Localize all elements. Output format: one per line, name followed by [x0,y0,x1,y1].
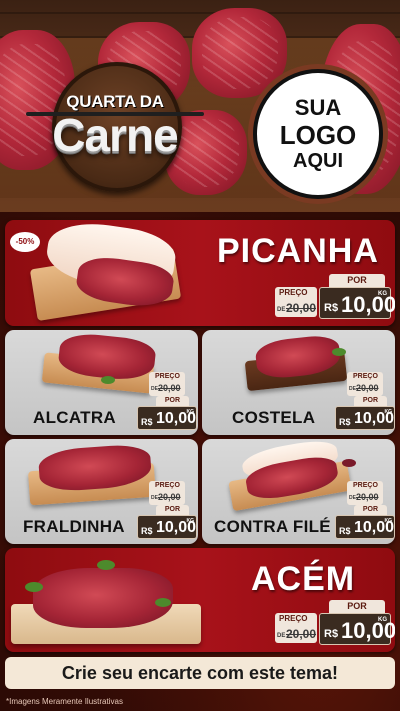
badge-title: Carne [52,109,178,161]
herb-garnish [155,598,171,607]
old-price-box: PREÇO DE 20,00 [275,287,317,317]
price-por-label: POR [353,396,387,406]
kg-label: KG [384,518,393,524]
new-price-box: R$ 10,00 KG [319,287,395,319]
price-tag: PREÇO DE 20,00 POR R$ 10,00 KG [335,481,395,539]
de-label: DE [277,307,286,313]
currency-symbol: R$ [339,417,351,427]
price-tag: POR PREÇO DE 20,00 R$ 10,00 KG [275,274,395,320]
new-price-box: R$ 10,00 KG [319,613,395,645]
product-name: CONTRA FILÉ [214,517,331,536]
kg-label: KG [384,409,393,415]
currency-symbol: R$ [324,302,339,314]
old-price-box: PREÇO DE 20,00 [149,372,185,396]
currency-symbol: R$ [141,526,153,536]
kg-label: KG [186,518,195,524]
price-label: PREÇO [353,373,378,380]
price-por-label: POR [329,600,385,613]
de-label: DE [349,495,356,501]
price-por-label: POR [155,396,189,406]
kg-label: KG [378,291,387,297]
new-price-box: R$ 10,00 KG [335,406,395,430]
kg-label: KG [378,617,387,623]
product-card-alcatra[interactable]: ALCATRA PREÇO DE 20,00 POR R$ 10,00 KG [5,330,198,435]
old-price-box: PREÇO DE 20,00 [149,481,185,505]
price-label: PREÇO [155,373,180,380]
old-price-box: PREÇO DE 20,00 [275,613,317,643]
price-label: PREÇO [279,288,308,297]
acem-meat [33,568,173,628]
price-tag: POR PREÇO DE 20,00 R$ 10,00 KG [275,600,395,646]
product-card-fraldinha[interactable]: FRALDINHA PREÇO DE 20,00 POR R$ 10,00 KG [5,439,198,544]
price-tag: PREÇO DE 20,00 POR R$ 10,00 KG [137,372,197,430]
kg-label: KG [186,409,195,415]
product-name: ALCATRA [33,408,116,427]
logo-circle: SUA LOGO AQUI [253,69,383,199]
new-price-box: R$ 10,00 KG [137,406,197,430]
de-label: DE [277,633,286,639]
old-price: 20,00 [356,383,379,393]
logo-text-line: AQUI [293,150,343,172]
product-name: PICANHA [217,232,379,270]
price-label: PREÇO [353,482,378,489]
old-price-box: PREÇO DE 20,00 [347,481,383,505]
logo-text-line: SUA [294,95,342,120]
new-price-box: R$ 10,00 KG [335,515,395,539]
price-por-label: POR [155,505,189,515]
price-label: PREÇO [155,482,180,489]
old-price: 20,00 [356,492,379,502]
price-tag: PREÇO DE 20,00 POR R$ 10,00 KG [137,481,197,539]
de-label: DE [151,495,158,501]
wood-plank-line [0,12,400,14]
herb-garnish [332,348,346,356]
price-tag: PREÇO DE 20,00 POR R$ 10,00 KG [335,372,395,430]
logo-placeholder: SUA LOGO AQUI [248,64,388,204]
old-price: 20,00 [286,627,317,641]
featured-product-card[interactable]: PICANHA POR PREÇO DE 20,00 R$ 10,00 KG [5,220,395,326]
currency-symbol: R$ [339,526,351,536]
product-name: COSTELA [232,408,316,427]
herb-garnish [25,582,43,592]
product-name: FRALDINHA [23,517,125,536]
price-por-label: POR [329,274,385,287]
price-label: PREÇO [279,614,308,623]
currency-symbol: R$ [324,628,339,640]
price-por-label: POR [353,505,387,515]
discount-badge: -50% [10,232,40,252]
herb-garnish [101,376,115,384]
disclaimer-text: *Imagens Meramente Ilustrativas [6,697,123,706]
cta-banner[interactable]: Crie seu encarte com este tema! [5,657,395,689]
logo-text-line: LOGO [279,120,357,150]
product-name: ACÉM [251,560,356,598]
currency-symbol: R$ [141,417,153,427]
product-card-costela[interactable]: COSTELA PREÇO DE 20,00 POR R$ 10,00 KG [202,330,395,435]
old-price: 20,00 [286,301,317,315]
de-label: DE [151,386,158,392]
old-price: 20,00 [158,492,181,502]
old-price-box: PREÇO DE 20,00 [347,372,383,396]
quarta-da-carne-badge: QUARTA DA Carne [22,60,208,200]
onion-garnish [342,459,356,467]
herb-garnish [97,560,115,570]
product-card-contra-file[interactable]: CONTRA FILÉ PREÇO DE 20,00 POR R$ 10,00 … [202,439,395,544]
de-label: DE [349,386,356,392]
new-price-box: R$ 10,00 KG [137,515,197,539]
bottom-product-card[interactable]: ACÉM POR PREÇO DE 20,00 R$ 10,00 KG [5,548,395,652]
old-price: 20,00 [158,383,181,393]
